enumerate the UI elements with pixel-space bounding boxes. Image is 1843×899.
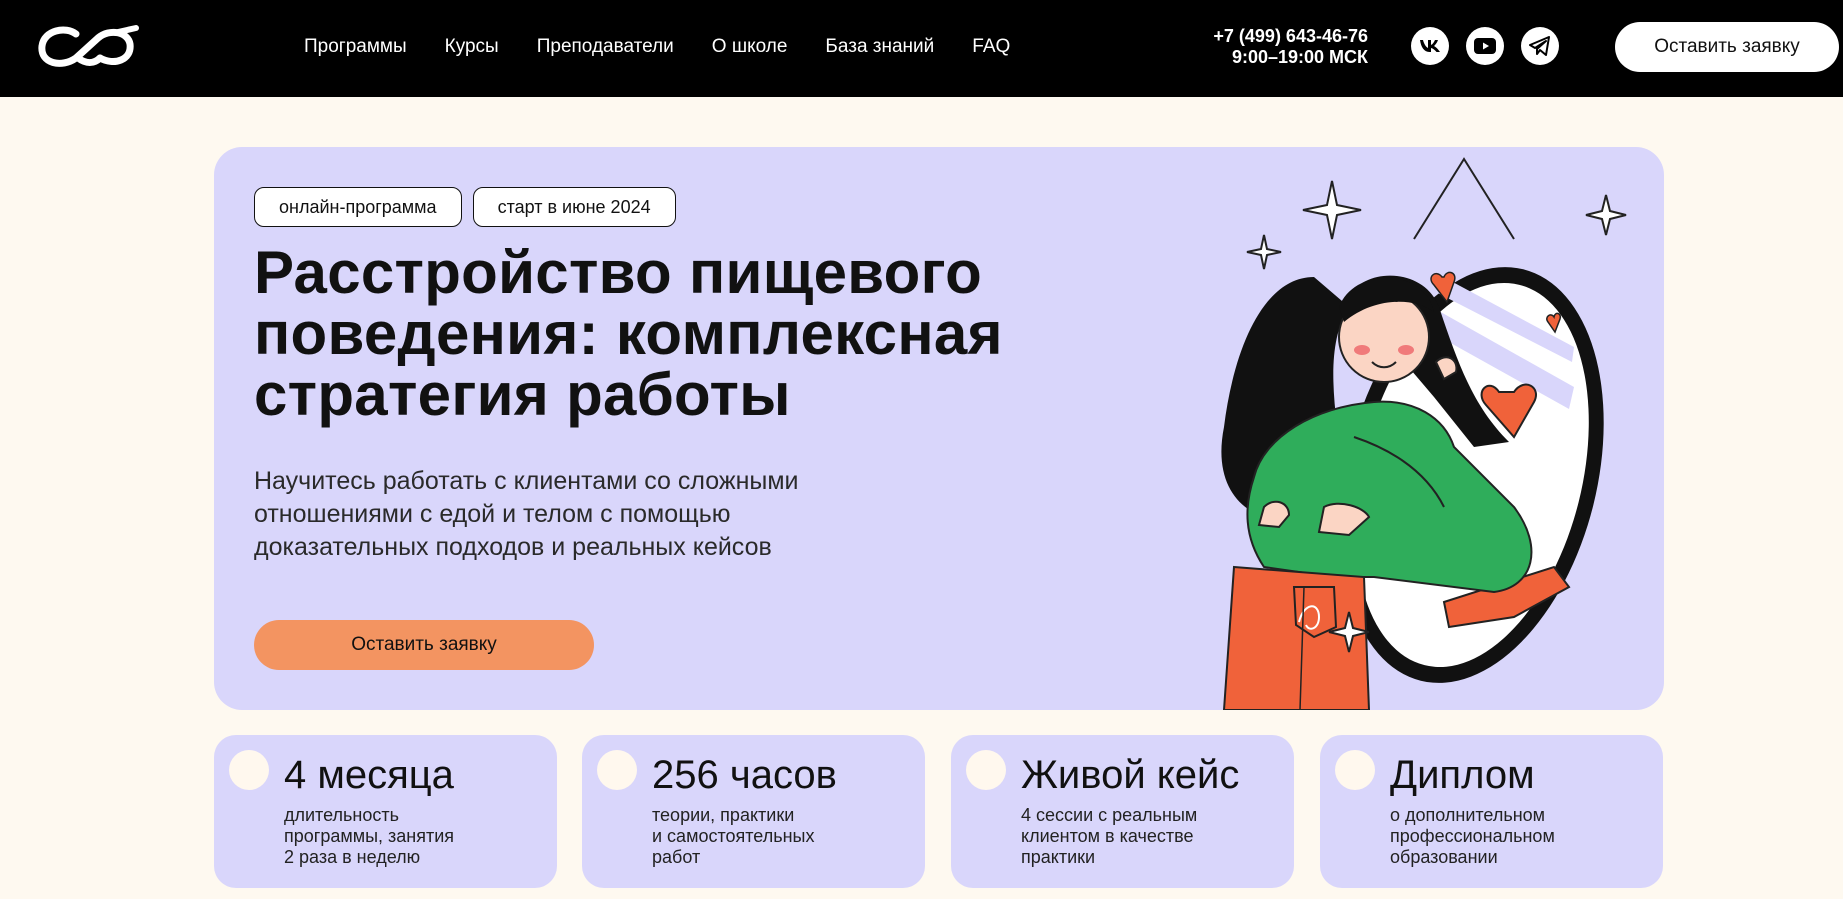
nav-link-teachers[interactable]: Преподаватели <box>537 36 674 58</box>
site-header: Программы Курсы Преподаватели О школе Ба… <box>0 0 1843 97</box>
feature-card-diploma: Диплом о дополнительном профессиональном… <box>1320 735 1663 888</box>
feature-dot-icon <box>1335 750 1375 790</box>
feature-title: Живой кейс <box>1021 753 1240 797</box>
working-hours: 9:00–19:00 МСК <box>1231 47 1368 67</box>
telegram-icon[interactable] <box>1521 27 1559 65</box>
vk-icon[interactable] <box>1411 27 1449 65</box>
nav-link-knowledge-base[interactable]: База знаний <box>825 36 934 58</box>
header-apply-button[interactable]: Оставить заявку <box>1615 22 1839 72</box>
girl-hugging-mirror-reflection-illustration <box>1221 157 1627 710</box>
youtube-icon[interactable] <box>1466 27 1504 65</box>
hero-subtitle: Научитесь работать с клиентами со сложны… <box>254 467 799 561</box>
feature-title: Диплом <box>1390 753 1535 797</box>
nav-link-programs[interactable]: Программы <box>304 36 407 58</box>
feature-description: теории, практики и самостоятельных работ <box>652 805 815 867</box>
start-date-tag: старт в июне 2024 <box>472 187 676 227</box>
feature-description: длительность программы, занятия 2 раза в… <box>284 805 455 867</box>
hero-apply-button[interactable]: Оставить заявку <box>254 620 594 670</box>
feature-card-hours: 256 часов теории, практики и самостоятел… <box>582 735 925 888</box>
phone-number[interactable]: +7 (499) 643-46-76 <box>1213 26 1368 47</box>
infinity-logo-icon[interactable] <box>36 24 140 70</box>
feature-dot-icon <box>966 750 1006 790</box>
hero-banner: онлайн-программа старт в июне 2024 Расст… <box>214 147 1664 710</box>
feature-dot-icon <box>229 750 269 790</box>
feature-card-duration: 4 месяца длительность программы, занятия… <box>214 735 557 888</box>
hero-tags: онлайн-программа старт в июне 2024 <box>254 187 676 227</box>
feature-description: 4 сессии с реальным клиентом в качестве … <box>1021 805 1198 867</box>
feature-description: о дополнительном профессиональном образо… <box>1390 805 1555 867</box>
contact-info: +7 (499) 643-46-76 9:00–19:00 МСК <box>1213 26 1368 68</box>
nav-link-about[interactable]: О школе <box>712 36 788 58</box>
nav-link-courses[interactable]: Курсы <box>445 36 499 58</box>
format-tag: онлайн-программа <box>254 187 462 227</box>
nav-link-faq[interactable]: FAQ <box>972 36 1010 58</box>
feature-card-live-case: Живой кейс 4 сессии с реальным клиентом … <box>951 735 1294 888</box>
main-nav: Программы Курсы Преподаватели О школе Ба… <box>304 36 1048 58</box>
feature-title: 4 месяца <box>284 753 454 797</box>
page-title: Расстройство пищевого поведения: комплек… <box>254 239 1003 428</box>
feature-title: 256 часов <box>652 753 837 797</box>
feature-dot-icon <box>597 750 637 790</box>
